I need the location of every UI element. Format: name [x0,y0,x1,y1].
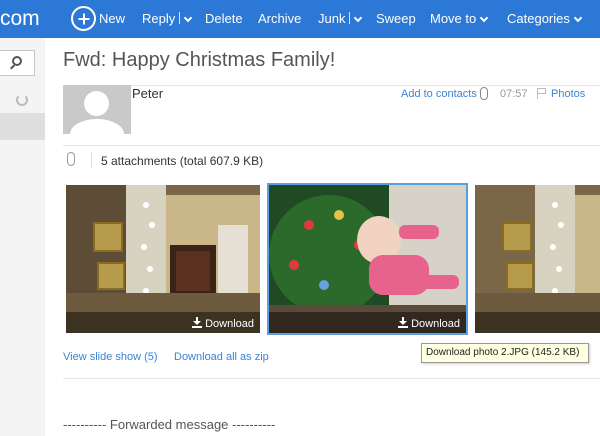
top-command-bar: com New Reply Delete Archive Junk Sweep … [0,0,600,38]
attachment-thumbnail-selected[interactable]: Download [267,183,468,335]
flag-icon[interactable] [537,88,547,99]
separator [91,152,92,168]
photo-baby-tree-image [269,185,466,333]
photos-link[interactable]: Photos [551,88,585,100]
divider [63,378,600,379]
junk-button[interactable]: Junk [318,0,363,38]
archive-button[interactable]: Archive [258,0,301,38]
download-icon [192,317,203,328]
sender-name[interactable]: Peter [132,86,163,101]
download-button[interactable]: Download [192,316,254,330]
search-icon[interactable] [12,56,22,66]
message-time: 07:57 [500,88,528,100]
photo-room-image [475,185,600,333]
chevron-down-icon[interactable] [184,13,193,23]
avatar-shoulders [70,119,124,134]
reply-divider [179,12,181,24]
download-bar [475,312,600,333]
categories-button[interactable]: Categories [507,0,583,38]
move-to-label: Move to [430,11,477,26]
add-to-contacts-link[interactable]: Add to contacts [401,88,477,100]
new-plus-icon[interactable] [71,6,96,31]
delete-button[interactable]: Delete [205,0,243,38]
avatar [63,85,131,134]
junk-divider [349,12,351,24]
download-tooltip: Download photo 2.JPG (145.2 KB) [421,343,589,363]
message-subject: Fwd: Happy Christmas Family! [63,49,336,71]
paperclip-icon [67,152,75,166]
attachments-summary: 5 attachments (total 607.9 KB) [101,154,264,168]
chevron-down-icon[interactable] [354,13,363,23]
chevron-down-icon [573,13,583,23]
new-button[interactable]: New [99,0,125,38]
download-icon [398,317,409,328]
avatar-head [84,91,109,116]
sweep-button[interactable]: Sweep [376,0,416,38]
search-box[interactable] [0,50,35,76]
flag-cloth [538,88,546,94]
move-to-button[interactable]: Move to [430,0,489,38]
view-slideshow-link[interactable]: View slide show (5) [63,351,158,363]
chevron-down-icon [480,13,489,23]
download-label: Download [205,318,254,330]
reply-button[interactable]: Reply [142,0,193,38]
download-all-zip-link[interactable]: Download all as zip [174,351,269,363]
selected-message-row[interactable] [0,113,45,140]
paperclip-icon [480,87,488,100]
forwarded-message-label: ---------- Forwarded message ---------- [63,417,276,432]
refresh-icon[interactable] [16,94,28,106]
attachment-thumbnail[interactable] [475,185,600,333]
download-bar: Download [66,312,260,333]
reply-label: Reply [142,11,176,26]
attachment-thumbnail[interactable]: Download [66,185,260,333]
download-button[interactable]: Download [398,316,460,330]
divider [63,145,600,146]
brand-logo[interactable]: com [0,0,40,38]
download-bar: Download [269,312,466,333]
folder-pane [0,38,45,436]
junk-label: Junk [318,11,346,26]
photo-room-image [66,185,260,333]
download-label: Download [411,318,460,330]
categories-label: Categories [507,11,570,26]
